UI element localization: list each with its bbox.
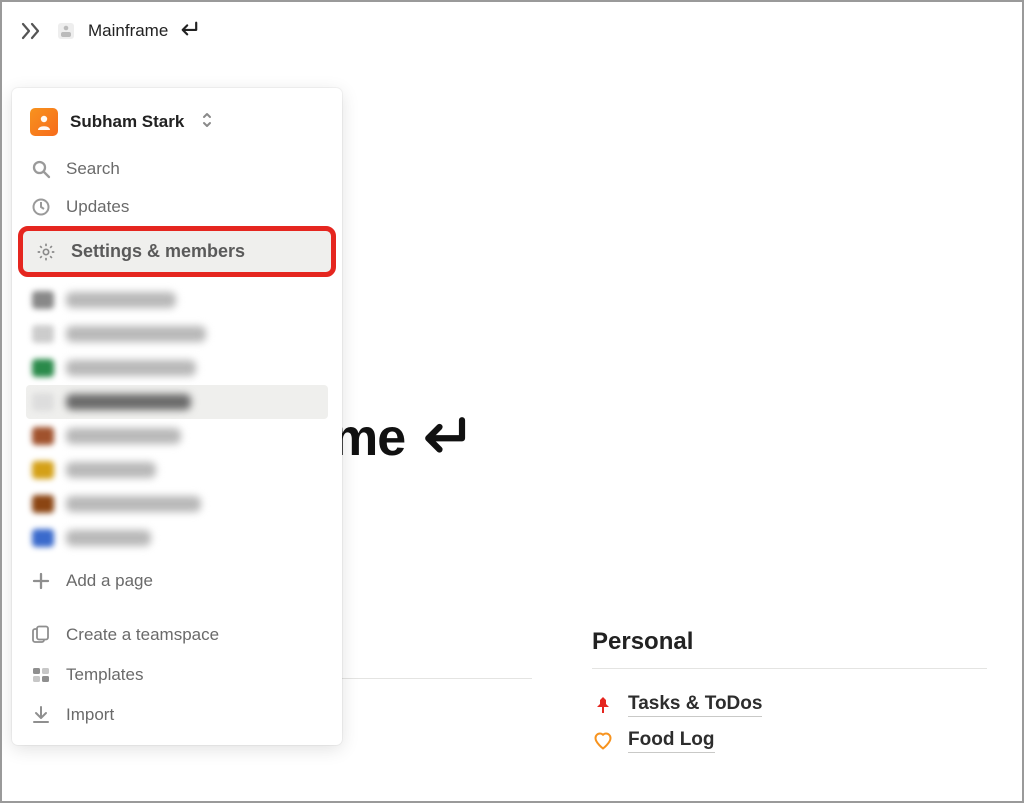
personal-heading: Personal <box>592 628 987 668</box>
sidebar-page-blurred[interactable] <box>26 487 328 521</box>
settings-highlight-box: Settings & members <box>18 226 336 277</box>
sidebar-pages-blurred <box>12 277 342 561</box>
personal-section: Personal Tasks & ToDos Food Log <box>592 628 987 759</box>
topbar: Mainframe <box>2 2 1022 58</box>
sidebar-page-blurred[interactable] <box>26 351 328 385</box>
sidebar-import[interactable]: Import <box>12 695 342 735</box>
heart-icon <box>592 731 614 751</box>
breadcrumb[interactable]: Mainframe <box>88 20 200 43</box>
gear-icon <box>35 242 57 262</box>
sidebar-create-teamspace[interactable]: Create a teamspace <box>12 615 342 655</box>
sidebar-page-blurred[interactable] <box>26 453 328 487</box>
sidebar-item-label: Import <box>66 705 114 725</box>
sidebar-page-blurred[interactable] <box>26 317 328 351</box>
enter-icon <box>178 20 200 43</box>
personal-divider <box>592 668 987 669</box>
sidebar-page-blurred[interactable] <box>26 419 328 453</box>
page-emoji-icon <box>56 21 76 41</box>
sidebar-item-label: Add a page <box>66 571 153 591</box>
page-title-text: me <box>332 408 405 468</box>
workspace-switcher[interactable]: Subham Stark <box>12 102 342 150</box>
sidebar-item-label: Create a teamspace <box>66 625 219 645</box>
personal-link-label: Food Log <box>628 729 715 753</box>
sidebar-page-blurred[interactable] <box>26 385 328 419</box>
workspace-name: Subham Stark <box>70 112 184 132</box>
sidebar-item-label: Search <box>66 159 120 179</box>
sidebar-page-blurred[interactable] <box>26 283 328 317</box>
sidebar-add-page[interactable]: Add a page <box>12 561 342 601</box>
sidebar-item-settings[interactable]: Settings & members <box>23 231 331 272</box>
avatar <box>30 108 58 136</box>
enter-icon <box>417 409 471 468</box>
sidebar-item-search[interactable]: Search <box>12 150 342 188</box>
personal-link-label: Tasks & ToDos <box>628 693 762 717</box>
expand-sidebar-icon[interactable] <box>20 21 44 41</box>
plus-icon <box>30 572 52 590</box>
chevron-up-down-icon <box>200 111 214 134</box>
breadcrumb-text: Mainframe <box>88 21 168 41</box>
import-icon <box>30 705 52 725</box>
sidebar-item-label: Updates <box>66 197 129 217</box>
personal-link-tasks[interactable]: Tasks & ToDos <box>592 687 987 723</box>
sidebar-item-label: Templates <box>66 665 143 685</box>
pushpin-icon <box>592 695 614 715</box>
sidebar: Subham Stark Search Updates Settings & m… <box>12 88 342 745</box>
sidebar-page-blurred[interactable] <box>26 521 328 555</box>
sidebar-templates[interactable]: Templates <box>12 655 342 695</box>
teamspace-icon <box>30 625 52 645</box>
clock-icon <box>30 197 52 217</box>
personal-link-food[interactable]: Food Log <box>592 723 987 759</box>
page-title: me <box>332 408 471 468</box>
sidebar-item-label: Settings & members <box>71 241 245 262</box>
sidebar-item-updates[interactable]: Updates <box>12 188 342 226</box>
search-icon <box>30 159 52 179</box>
templates-icon <box>30 665 52 685</box>
